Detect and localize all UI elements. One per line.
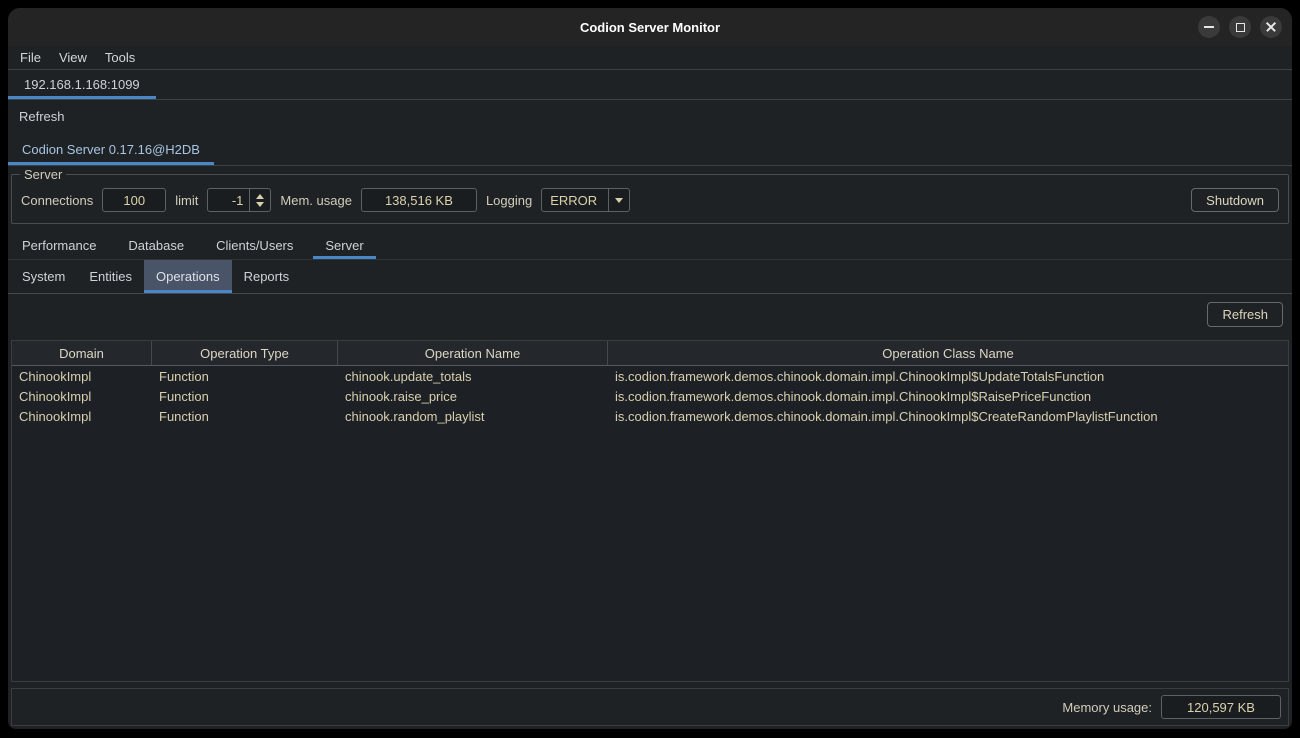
tab-label: Server: [325, 238, 363, 253]
refresh-menu-item[interactable]: Refresh: [19, 109, 65, 124]
host-tab-label: 192.168.1.168:1099: [24, 77, 140, 92]
tab-server[interactable]: Server: [313, 232, 375, 259]
tab-label: System: [22, 269, 65, 284]
host-tab-bar: 192.168.1.168:1099: [8, 70, 1292, 100]
table-cell: chinook.raise_price: [338, 386, 608, 406]
server-groupbox-content: Connections 100 limit -1 Mem. usage 138,…: [12, 175, 1288, 223]
window-controls: [1198, 8, 1282, 46]
selected-tab-underline: [144, 290, 232, 293]
menu-tools[interactable]: Tools: [96, 50, 144, 65]
tab-performance[interactable]: Performance: [10, 232, 108, 259]
table-cell: is.codion.framework.demos.chinook.domain…: [608, 406, 1288, 426]
table-cell: ChinookImpl: [12, 366, 152, 386]
column-header-operation-type[interactable]: Operation Type: [152, 341, 338, 365]
table-cell: Function: [152, 366, 338, 386]
tab-system[interactable]: System: [10, 260, 77, 293]
server-sub-tab-bar: System Entities Operations Reports: [8, 260, 1292, 294]
tab-reports[interactable]: Reports: [232, 260, 302, 293]
shutdown-button[interactable]: Shutdown: [1191, 188, 1279, 212]
chevron-down-icon: [615, 198, 623, 203]
connection-limit-value[interactable]: -1: [208, 189, 249, 211]
spinner-arrow-buttons[interactable]: [249, 189, 270, 211]
tab-label: Operations: [156, 269, 220, 284]
selected-tab-underline: [313, 256, 375, 259]
tab-clients-users[interactable]: Clients/Users: [204, 232, 305, 259]
table-cell: Function: [152, 386, 338, 406]
table-cell: is.codion.framework.demos.chinook.domain…: [608, 366, 1288, 386]
operations-toolbar: Refresh: [8, 294, 1292, 340]
table-row[interactable]: ChinookImpl Function chinook.raise_price…: [12, 386, 1288, 406]
tab-host-address[interactable]: 192.168.1.168:1099: [8, 70, 156, 99]
column-header-domain[interactable]: Domain: [12, 341, 152, 365]
column-header-operation-name[interactable]: Operation Name: [338, 341, 608, 365]
tab-label: Performance: [22, 238, 96, 253]
memory-usage-field: 120,597 KB: [1161, 695, 1281, 719]
logging-combobox[interactable]: ERROR: [541, 188, 630, 212]
tab-database[interactable]: Database: [116, 232, 196, 259]
tab-server-instance[interactable]: Codion Server 0.17.16@H2DB: [8, 133, 214, 165]
selected-tab-underline: [8, 96, 156, 99]
minimize-icon: [1204, 26, 1214, 28]
tab-label: Clients/Users: [216, 238, 293, 253]
tab-label: Database: [128, 238, 184, 253]
tab-label: Reports: [244, 269, 290, 284]
connection-limit-spinner[interactable]: -1: [207, 188, 271, 212]
memory-usage-label: Memory usage:: [1062, 700, 1152, 715]
connections-field: 100: [102, 188, 166, 212]
mem-usage-field: 138,516 KB: [361, 188, 477, 212]
menu-file[interactable]: File: [20, 50, 50, 65]
mem-usage-label: Mem. usage: [280, 193, 352, 208]
titlebar[interactable]: Codion Server Monitor: [8, 8, 1292, 46]
app-window: Codion Server Monitor File View Tools 19…: [8, 8, 1292, 729]
minimize-button[interactable]: [1198, 16, 1220, 38]
screen: Codion Server Monitor File View Tools 19…: [0, 0, 1300, 738]
table-header: Domain Operation Type Operation Name Ope…: [12, 341, 1288, 366]
server-groupbox-title: Server: [20, 167, 66, 182]
server-instance-tab-label: Codion Server 0.17.16@H2DB: [22, 142, 200, 157]
tab-operations[interactable]: Operations: [144, 260, 232, 293]
spinner-up-icon: [256, 194, 264, 199]
spinner-down-icon: [256, 202, 264, 207]
status-bar: Memory usage: 120,597 KB: [11, 688, 1289, 726]
server-groupbox: Server Connections 100 limit -1 Mem. usa…: [11, 174, 1289, 224]
operations-table: Domain Operation Type Operation Name Ope…: [11, 340, 1289, 682]
table-cell: is.codion.framework.demos.chinook.domain…: [608, 386, 1288, 406]
connections-label: Connections: [21, 193, 93, 208]
main-tab-bar: Performance Database Clients/Users Serve…: [8, 232, 1292, 260]
tab-entities[interactable]: Entities: [77, 260, 144, 293]
refresh-button[interactable]: Refresh: [1207, 302, 1283, 327]
close-icon: [1265, 21, 1277, 33]
table-cell: ChinookImpl: [12, 406, 152, 426]
maximize-button[interactable]: [1229, 16, 1251, 38]
selected-tab-underline: [8, 162, 214, 165]
window-title: Codion Server Monitor: [8, 20, 1292, 35]
logging-selected-value: ERROR: [542, 189, 608, 211]
combo-dropdown-button[interactable]: [608, 189, 629, 211]
server-instance-tab-bar: Codion Server 0.17.16@H2DB: [8, 133, 1292, 166]
maximize-icon: [1236, 23, 1245, 32]
column-header-operation-class-name[interactable]: Operation Class Name: [608, 341, 1288, 365]
table-cell: chinook.update_totals: [338, 366, 608, 386]
table-cell: Function: [152, 406, 338, 426]
table-cell: chinook.random_playlist: [338, 406, 608, 426]
logging-label: Logging: [486, 193, 532, 208]
menu-view[interactable]: View: [50, 50, 96, 65]
tab-label: Entities: [89, 269, 132, 284]
limit-label: limit: [175, 193, 198, 208]
menubar: File View Tools: [8, 46, 1292, 70]
table-row[interactable]: ChinookImpl Function chinook.update_tota…: [12, 366, 1288, 386]
close-button[interactable]: [1260, 16, 1282, 38]
refresh-row: Refresh: [8, 100, 1292, 133]
table-row[interactable]: ChinookImpl Function chinook.random_play…: [12, 406, 1288, 426]
table-cell: ChinookImpl: [12, 386, 152, 406]
